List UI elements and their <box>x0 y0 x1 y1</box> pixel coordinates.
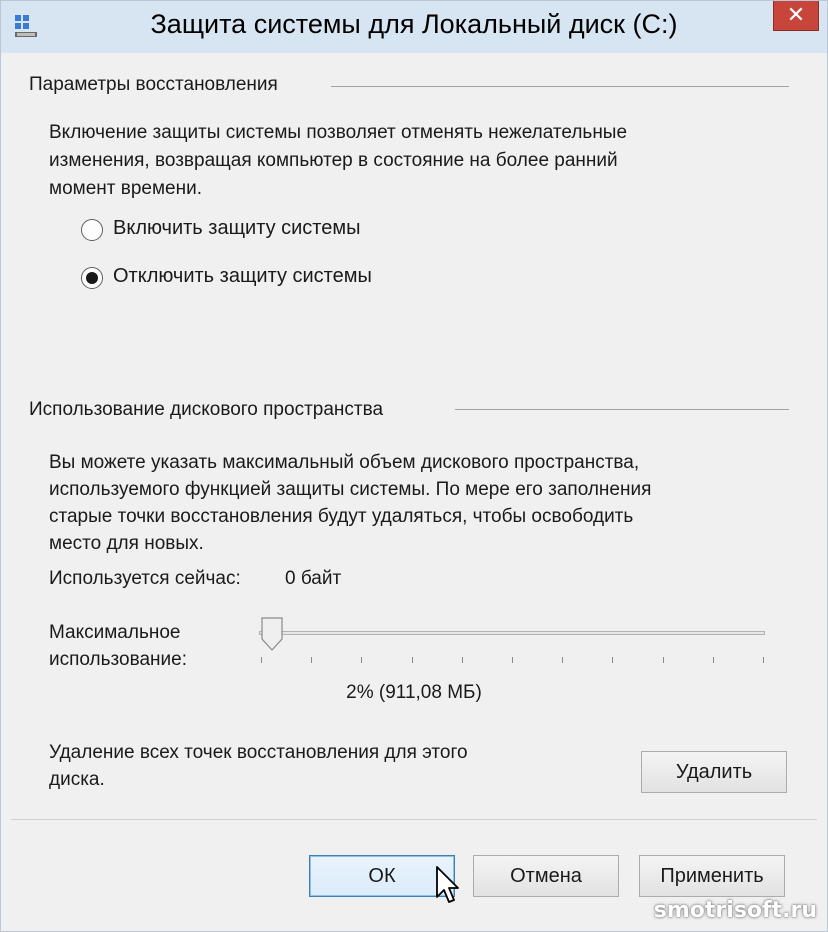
apply-button[interactable]: Применить <box>639 855 785 897</box>
slider-tick <box>261 657 262 663</box>
slider-tick <box>662 657 664 663</box>
restore-settings-heading: Параметры восстановления <box>29 74 288 96</box>
description-line: используемого функцией защиты системы. П… <box>49 479 652 500</box>
mouse-pointer-icon <box>436 866 459 903</box>
slider-value-text: 2% (911,08 МБ) <box>346 682 482 703</box>
slider-tick <box>763 657 764 663</box>
slider-tick <box>512 657 513 663</box>
window-title: Защита системы для Локальный диск (C:) <box>150 9 678 39</box>
max-usage-label: Максимальное использование: <box>49 619 187 673</box>
delete-points-line: диска. <box>49 769 105 790</box>
radio-button-checked-icon[interactable] <box>81 267 103 289</box>
group-divider <box>331 86 789 87</box>
slider-tick <box>461 657 463 663</box>
radio-label: Включить защиту системы <box>113 217 361 239</box>
system-protection-dialog: Защита системы для Локальный диск (C:) ✕… <box>0 0 828 932</box>
description-line: Включение защиты системы позволяет отмен… <box>49 122 628 143</box>
radio-label: Отключить защиту системы <box>113 265 372 287</box>
disk-usage-heading: Использование дискового пространства <box>29 399 394 421</box>
max-usage-slider-track[interactable] <box>259 631 765 635</box>
restore-settings-description: Включение защиты системы позволяет отмен… <box>49 119 627 203</box>
disk-usage-description: Вы можете указать максимальный объем дис… <box>49 449 651 557</box>
close-icon: ✕ <box>786 2 806 27</box>
description-line: Вы можете указать максимальный объем дис… <box>49 452 640 473</box>
description-line: изменения, возвращая компьютер в состоян… <box>49 150 618 171</box>
dialog-client-area: Параметры восстановления Включение защит… <box>11 55 817 915</box>
cancel-button[interactable]: Отмена <box>473 855 619 897</box>
description-line: старые точки восстановления будут удалят… <box>49 506 634 527</box>
max-usage-label-line: использование: <box>49 649 188 670</box>
delete-points-line: Удаление всех точек восстановления для э… <box>49 742 468 763</box>
footer-divider <box>11 819 817 820</box>
slider-tick <box>562 657 564 663</box>
slider-tick <box>361 657 363 663</box>
max-usage-slider-thumb[interactable] <box>261 617 283 651</box>
watermark: smotrisoft.ru <box>653 898 817 923</box>
slider-tick <box>712 657 714 663</box>
radio-button-icon[interactable] <box>81 219 103 241</box>
title-bar[interactable]: Защита системы для Локальный диск (C:) ✕ <box>1 1 827 53</box>
current-usage-label: Используется сейчас: <box>49 568 241 589</box>
delete-button[interactable]: Удалить <box>641 751 787 793</box>
description-line: момент времени. <box>49 178 202 199</box>
ok-button[interactable]: ОК <box>309 855 455 897</box>
description-line: место для новых. <box>49 533 204 554</box>
slider-tick <box>311 657 313 663</box>
group-divider <box>455 409 789 410</box>
slider-tick <box>612 657 614 663</box>
max-usage-label-line: Максимальное <box>49 622 181 643</box>
close-button[interactable]: ✕ <box>773 1 819 31</box>
current-usage-value: 0 байт <box>285 568 342 589</box>
slider-tick <box>411 657 413 663</box>
delete-points-text: Удаление всех точек восстановления для э… <box>49 739 468 793</box>
